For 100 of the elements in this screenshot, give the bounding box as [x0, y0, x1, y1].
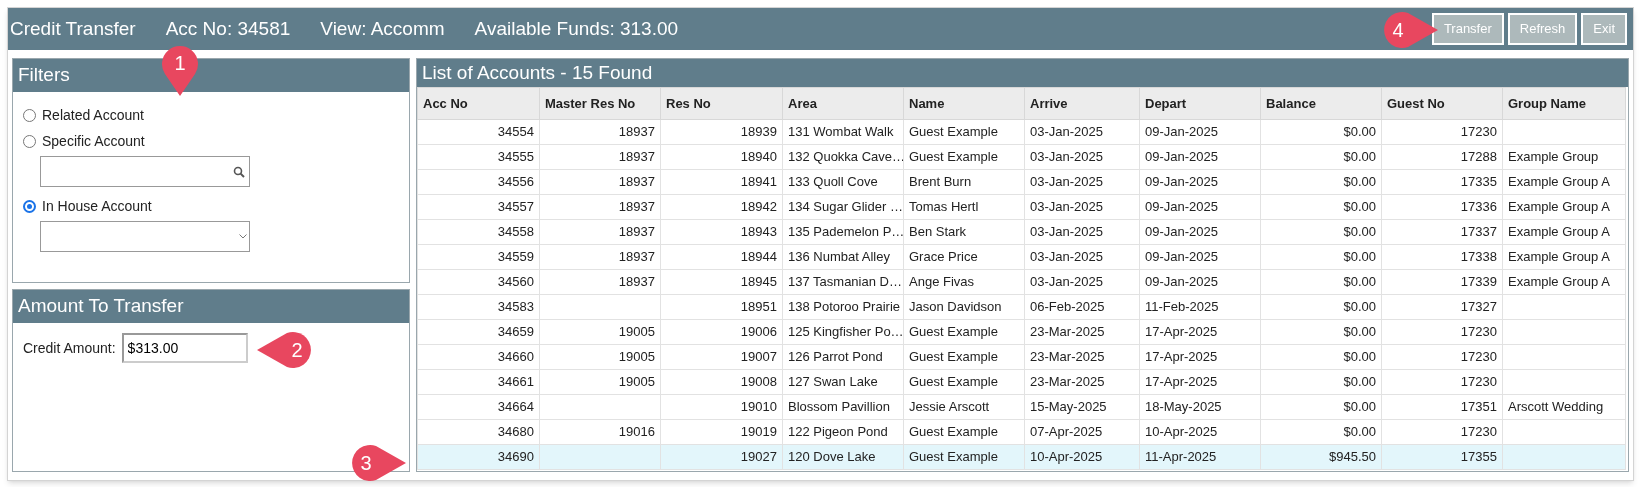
table-row[interactable]: 34560 18937 18945 137 Tasmanian D… Ange Fivas 03-Jan-2025 09-Jan-2025 $0.00 17339 Example Group A	[417, 269, 1626, 295]
table-cell: 17-Apr-2025	[1139, 344, 1261, 370]
table-cell: 18937	[539, 269, 661, 295]
column-header[interactable]: Depart	[1139, 87, 1261, 120]
table-cell: Guest Example	[903, 144, 1025, 170]
table-cell: 17327	[1381, 294, 1503, 320]
table-cell: 03-Jan-2025	[1024, 119, 1140, 145]
table-row[interactable]: 34557 18937 18942 134 Sugar Glider … Tomas Hertl 03-Jan-2025 09-Jan-2025 $0.00 17336 Example Group A	[417, 194, 1626, 220]
table-cell: 18937	[539, 194, 661, 220]
table-cell: $0.00	[1260, 394, 1382, 420]
table-cell: 03-Jan-2025	[1024, 219, 1140, 245]
table-cell: $0.00	[1260, 269, 1382, 295]
table-cell: Example Group	[1502, 144, 1626, 170]
radio-label: Related Account	[42, 105, 144, 125]
table-cell: Example Group A	[1502, 269, 1626, 295]
table-cell: 34583	[417, 294, 540, 320]
column-header[interactable]: Name	[903, 87, 1025, 120]
column-header[interactable]: Arrive	[1024, 87, 1140, 120]
table-cell: 127 Swan Lake	[782, 369, 904, 395]
table-cell: 19027	[660, 444, 783, 470]
table-cell: Jessie Arscott	[903, 394, 1025, 420]
table-cell: 120 Dove Lake	[782, 444, 904, 470]
table-cell: $0.00	[1260, 244, 1382, 270]
column-header[interactable]: Guest No	[1381, 87, 1503, 120]
table-cell: 09-Jan-2025	[1139, 219, 1261, 245]
table-cell: 17335	[1381, 169, 1503, 195]
account-search-field[interactable]	[40, 156, 250, 187]
table-cell: Arscott Wedding	[1502, 394, 1626, 420]
table-cell: 18942	[660, 194, 783, 220]
table-cell: 17339	[1381, 269, 1503, 295]
table-cell: 11-Feb-2025	[1139, 294, 1261, 320]
table-cell: $0.00	[1260, 169, 1382, 195]
table-cell: 131 Wombat Walk	[782, 119, 904, 145]
radio-button[interactable]	[23, 108, 36, 122]
table-cell: Example Group A	[1502, 194, 1626, 220]
radio-label: Specific Account	[42, 131, 145, 151]
table-row[interactable]: 34554 18937 18939 131 Wombat Walk Guest Example 03-Jan-2025 09-Jan-2025 $0.00 17230	[417, 119, 1626, 145]
table-cell: 34680	[417, 419, 540, 445]
column-header[interactable]: Balance	[1260, 87, 1382, 120]
table-cell: 23-Mar-2025	[1024, 369, 1140, 395]
table-cell: 03-Jan-2025	[1024, 244, 1140, 270]
column-header[interactable]: Acc No	[417, 87, 540, 120]
table-cell: 18951	[660, 294, 783, 320]
table-cell: Example Group A	[1502, 244, 1626, 270]
table-row[interactable]: 34661 19005 19008 127 Swan Lake Guest Example 23-Mar-2025 17-Apr-2025 $0.00 17230	[417, 369, 1626, 395]
table-cell: 122 Pigeon Pond	[782, 419, 904, 445]
table-cell: 17-Apr-2025	[1139, 369, 1261, 395]
table-cell: Jason Davidson	[903, 294, 1025, 320]
table-cell: 34659	[417, 319, 540, 345]
table-cell: Brent Burn	[903, 169, 1025, 195]
table-cell: 09-Jan-2025	[1139, 169, 1261, 195]
header-info: Available Funds: 313.00	[474, 16, 679, 41]
table-cell: 07-Apr-2025	[1024, 419, 1140, 445]
table-cell: 11-Apr-2025	[1139, 444, 1261, 470]
column-header[interactable]: Group Name	[1502, 87, 1626, 120]
table-cell: 125 Kingfisher Po…	[782, 319, 904, 345]
table-row[interactable]: 34690 19027 120 Dove Lake Guest Example 10-Apr-2025 11-Apr-2025 $945.50 17355	[417, 444, 1626, 470]
table-cell: 17230	[1381, 119, 1503, 145]
table-cell: Ange Fivas	[903, 269, 1025, 295]
column-header[interactable]: Master Res No	[539, 87, 661, 120]
table-cell: 137 Tasmanian D…	[782, 269, 904, 295]
table-cell: 17230	[1381, 369, 1503, 395]
table-cell: 19005	[539, 319, 661, 345]
table-cell: Example Group A	[1502, 169, 1626, 195]
table-cell: $0.00	[1260, 119, 1382, 145]
table-row[interactable]: 34659 19005 19006 125 Kingfisher Po… Guest Example 23-Mar-2025 17-Apr-2025 $0.00 17230	[417, 319, 1626, 345]
table-cell: 18937	[539, 144, 661, 170]
table-cell: 19005	[539, 369, 661, 395]
header-info: Acc No: 34581	[165, 16, 291, 41]
table-cell: 18-May-2025	[1139, 394, 1261, 420]
table-cell: Guest Example	[903, 344, 1025, 370]
table-cell: 18945	[660, 269, 783, 295]
radio-button[interactable]	[23, 134, 36, 148]
table-row[interactable]: 34556 18937 18941 133 Quoll Cove Brent Burn 03-Jan-2025 09-Jan-2025 $0.00 17335 Example Group A	[417, 169, 1626, 195]
table-cell: 19010	[660, 394, 783, 420]
column-header[interactable]: Area	[782, 87, 904, 120]
column-header[interactable]: Res No	[660, 87, 783, 120]
table-cell: 135 Pademelon P…	[782, 219, 904, 245]
table-row[interactable]: 34558 18937 18943 135 Pademelon P… Ben Stark 03-Jan-2025 09-Jan-2025 $0.00 17337 Example Group A	[417, 219, 1626, 245]
panel-title: Amount To Transfer	[13, 290, 409, 323]
table-cell: 19007	[660, 344, 783, 370]
table-row[interactable]: 34559 18937 18944 136 Numbat Alley Grace Price 03-Jan-2025 09-Jan-2025 $0.00 17338 Example Group A	[417, 244, 1626, 270]
table-cell: 19008	[660, 369, 783, 395]
callout-marker: 1	[160, 44, 200, 96]
table-cell: $0.00	[1260, 294, 1382, 320]
table-cell: 17338	[1381, 244, 1503, 270]
table-cell: 17336	[1381, 194, 1503, 220]
radio-button[interactable]	[23, 199, 36, 213]
table-row[interactable]: 34680 19016 19019 122 Pigeon Pond Guest Example 07-Apr-2025 10-Apr-2025 $0.00 17230	[417, 419, 1626, 445]
table-cell: $945.50	[1260, 444, 1382, 470]
table-row[interactable]: 34583 18951 138 Potoroo Prairie Jason Davidson 06-Feb-2025 11-Feb-2025 $0.00 17327	[417, 294, 1626, 320]
table-cell: 18940	[660, 144, 783, 170]
table-cell: 09-Jan-2025	[1139, 244, 1261, 270]
table-row[interactable]: 34660 19005 19007 126 Parrot Pond Guest Example 23-Mar-2025 17-Apr-2025 $0.00 17230	[417, 344, 1626, 370]
table-cell: $0.00	[1260, 369, 1382, 395]
table-row[interactable]: 34555 18937 18940 132 Quokka Cave… Guest Example 03-Jan-2025 09-Jan-2025 $0.00 17288 Example Group	[417, 144, 1626, 170]
account-dropdown[interactable]	[40, 221, 250, 252]
table-cell: 18937	[539, 169, 661, 195]
credit-amount-field[interactable]: $313.00	[121, 333, 248, 363]
table-row[interactable]: 34664 19010 Blossom Pavillion Jessie Arscott 15-May-2025 18-May-2025 $0.00 17351 Arscott Wedding	[417, 394, 1626, 420]
